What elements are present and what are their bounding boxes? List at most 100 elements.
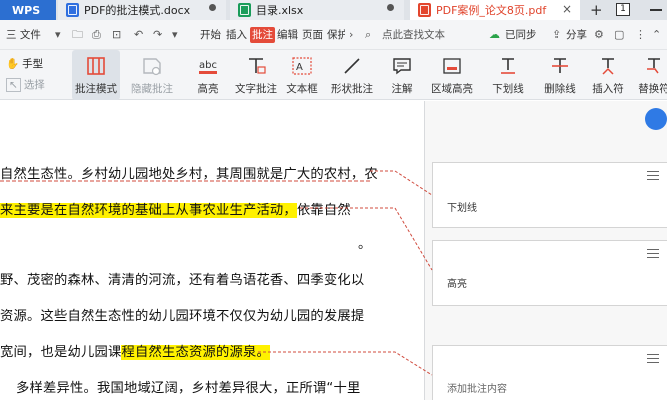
replace-symbol-button[interactable]: 替换符 xyxy=(634,50,667,100)
hide-annotations-label: 隐藏批注 xyxy=(131,83,173,95)
cloud-sync-icon: ☁ xyxy=(489,28,500,41)
highlight-button[interactable]: abc 高亮 xyxy=(188,50,228,100)
tab-edit[interactable]: 编辑 xyxy=(277,20,298,50)
cursor-arrow-icon: ↖ xyxy=(6,77,21,92)
tab-annotate[interactable]: 批注 xyxy=(250,27,275,43)
print-icon[interactable]: ⎙ xyxy=(92,20,101,50)
unsaved-dot-icon[interactable] xyxy=(209,4,216,11)
area-highlight-label: 区域高亮 xyxy=(431,83,473,95)
comment-input[interactable]: 添加批注内容 xyxy=(447,380,507,395)
text-annotation-button[interactable]: 文字批注 xyxy=(234,50,278,100)
share-button[interactable]: 分享 xyxy=(566,20,587,50)
tab-wps-home[interactable]: WPS xyxy=(0,0,56,20)
annotation-mode-icon xyxy=(87,57,105,75)
collapse-ribbon-icon[interactable]: ⌃ xyxy=(652,20,661,50)
doc-line: 野、茂密的森林、清清的河流，还有着鸟语花香、四季变化以 xyxy=(0,269,364,288)
hand-icon: ✋ xyxy=(6,58,20,70)
textbox-icon: A xyxy=(292,57,312,75)
settings-gear-icon[interactable]: ⚙ xyxy=(594,20,604,50)
hand-tool-label: 手型 xyxy=(22,58,44,70)
tab-insert[interactable]: 插入 xyxy=(226,20,247,50)
tab-page[interactable]: 页面 xyxy=(302,20,323,50)
tab-bar: WPS PDF的批注模式.docx 目录.xlsx PDF案例_论文8页.pdf… xyxy=(0,0,667,20)
replace-symbol-icon xyxy=(647,58,660,74)
menu-bar: 三 文件 ▾ 🗀 ⎙ ⊡ ↶ ↷ ▾ 开始 插入 批注 编辑 页面 保护 › ⌕… xyxy=(0,20,667,50)
tab-xlsx-file[interactable]: 目录.xlsx xyxy=(230,0,404,20)
hand-tool[interactable]: ✋ 手型 xyxy=(6,56,43,71)
tab-docx-label: PDF的批注模式.docx xyxy=(84,4,191,17)
insert-symbol-button[interactable]: 插入符 xyxy=(588,50,628,100)
spreadsheet-file-icon xyxy=(238,3,251,17)
redo-icon[interactable]: ↷ xyxy=(153,20,162,50)
highlighted-text: 程自然生态资源的源泉。 xyxy=(121,345,270,360)
document-page[interactable]: 自然生态性。乡村幼儿园地处乡村，其周围就是广大的农村，农 来主要是在自然环境的基… xyxy=(0,101,424,400)
comment-menu-icon[interactable] xyxy=(647,354,659,363)
comment-card-highlight[interactable]: 高亮 xyxy=(432,240,667,306)
sync-status[interactable]: 已同步 xyxy=(505,20,537,50)
select-tool-label: 选择 xyxy=(23,79,45,91)
tab-pdf-file-active[interactable]: PDF案例_论文8页.pdf × xyxy=(410,0,580,20)
comment-text: 高亮 xyxy=(447,279,467,290)
highlight-label: 高亮 xyxy=(197,83,219,95)
more-tabs-chevron-icon[interactable]: › xyxy=(349,20,353,50)
select-tool[interactable]: ↖ 选择 xyxy=(6,77,45,92)
open-folder-icon[interactable]: 🗀 xyxy=(72,20,83,50)
annotation-mode-button[interactable]: 批注模式 xyxy=(72,50,120,100)
area-highlight-button[interactable]: 区域高亮 xyxy=(426,50,478,100)
underline-button[interactable]: 下划线 xyxy=(484,50,532,100)
insert-caret-icon xyxy=(602,58,614,75)
share-icon: ⇪ xyxy=(552,28,562,41)
comment-bubble-icon[interactable]: ▢ xyxy=(614,20,624,50)
line-text: 资源。这些自然生态性的幼儿园环境不仅仅为幼儿园的发展提 xyxy=(0,309,365,324)
shape-line-icon xyxy=(344,58,360,74)
annotation-mode-label: 批注模式 xyxy=(75,83,117,95)
doc-line: 资源。这些自然生态性的幼儿园环境不仅仅为幼儿园的发展提 xyxy=(0,305,364,324)
tab-protect[interactable]: 保护 xyxy=(327,20,345,50)
wps-home-label: WPS xyxy=(12,3,41,17)
more-chevron-icon[interactable]: ▾ xyxy=(172,20,178,50)
unsaved-dot-icon[interactable] xyxy=(387,4,394,11)
window-count-icon[interactable]: 1 xyxy=(616,3,630,16)
tab-docx-file[interactable]: PDF的批注模式.docx xyxy=(58,0,226,20)
shape-annotation-label: 形状批注 xyxy=(331,83,373,95)
doc-line: 自然生态性。乡村幼儿园地处乡村，其周围就是广大的农村，农 xyxy=(0,163,378,182)
tab-start[interactable]: 开始 xyxy=(200,20,221,50)
word-file-icon xyxy=(66,3,79,17)
line-text: 。 xyxy=(358,237,372,252)
search-input[interactable]: 点此查找文本 xyxy=(382,20,445,50)
comment-card-underline[interactable]: 下划线 xyxy=(432,162,667,228)
line-text: 野、茂密的森林、清清的河流，还有着鸟语花香、四季变化以 xyxy=(0,273,365,288)
close-tab-icon[interactable]: × xyxy=(562,2,572,16)
comment-menu-icon[interactable] xyxy=(647,171,659,180)
highlight-abc-icon: abc xyxy=(199,60,217,74)
hide-annotations-button[interactable]: 隐藏批注 xyxy=(128,50,176,100)
underline-t-icon xyxy=(501,58,515,74)
line-pre: 宽间，也是幼儿园课 xyxy=(0,345,122,360)
doc-line: 多样差异性。我国地域辽阔，乡村差异很大，正所谓“十里 xyxy=(16,377,361,396)
more-options-icon[interactable]: ⋮ xyxy=(635,20,646,50)
area-highlight-icon xyxy=(443,58,461,74)
floating-assistant-icon[interactable] xyxy=(645,108,667,130)
undo-icon[interactable]: ↶ xyxy=(134,20,143,50)
new-tab-plus-icon[interactable]: + xyxy=(590,0,603,20)
note-button[interactable]: 注解 xyxy=(384,50,420,100)
minimize-window-icon[interactable] xyxy=(650,9,662,11)
search-icon: ⌕ xyxy=(365,28,372,41)
line-text: 依靠自然 xyxy=(296,203,351,218)
strikeout-t-icon xyxy=(552,58,568,73)
comment-card-new[interactable]: 添加批注内容 xyxy=(432,345,667,400)
strikeout-button[interactable]: 删除线 xyxy=(536,50,584,100)
dropdown-chevron-icon[interactable]: ▾ xyxy=(55,20,61,50)
tab-pdf-label: PDF案例_论文8页.pdf xyxy=(436,4,547,17)
strikeout-label: 删除线 xyxy=(544,83,576,95)
highlighted-text: 来主要是在自然环境的基础上从事农业生产活动， xyxy=(0,203,297,218)
replace-symbol-label: 替换符 xyxy=(638,83,667,95)
textbox-button[interactable]: A 文本框 xyxy=(284,50,320,100)
file-menu[interactable]: 三 文件 xyxy=(6,20,41,50)
line-text: 多样差异性。我国地域辽阔，乡村差异很大，正所谓“十里 xyxy=(16,381,361,396)
print-preview-icon[interactable]: ⊡ xyxy=(112,20,121,50)
doc-line: 。 xyxy=(358,233,372,252)
shape-annotation-button[interactable]: 形状批注 xyxy=(326,50,378,100)
note-label: 注解 xyxy=(391,83,413,95)
comment-menu-icon[interactable] xyxy=(647,249,659,258)
